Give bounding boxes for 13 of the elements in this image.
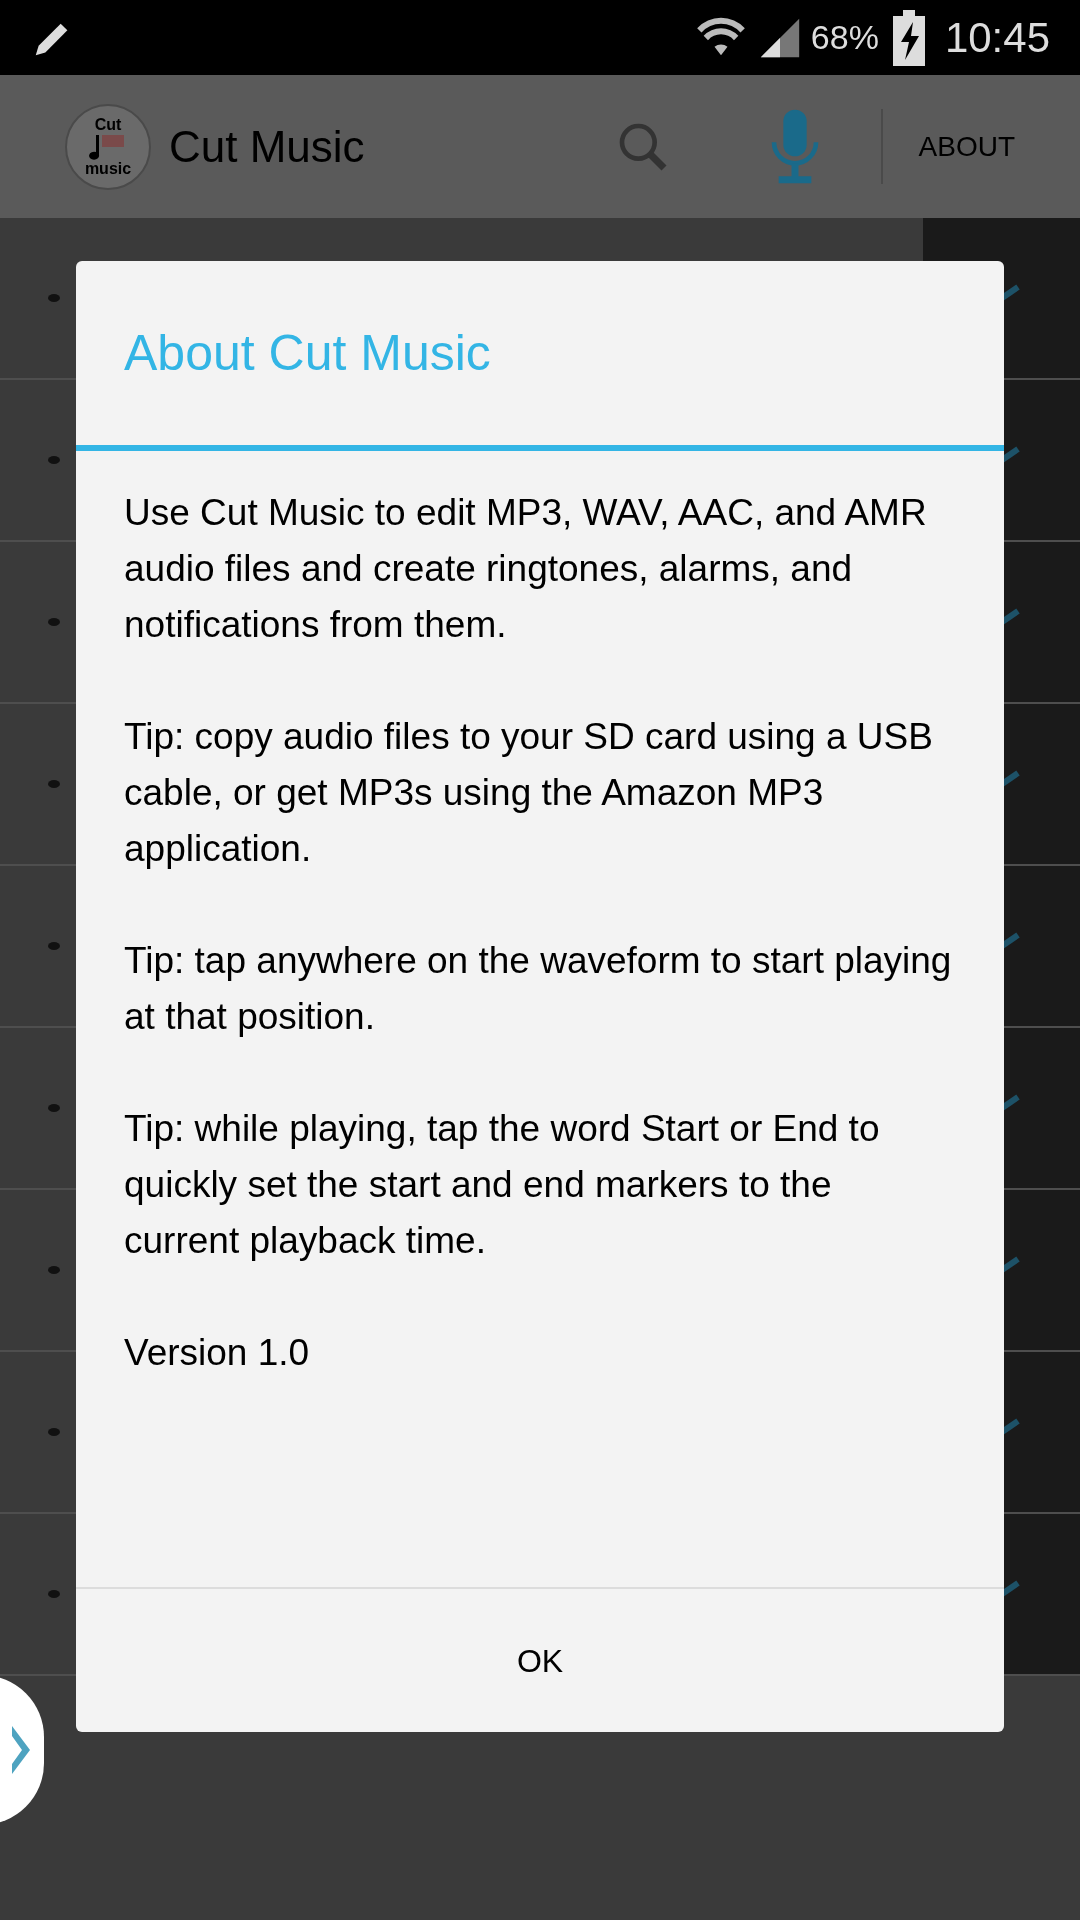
app-title: Cut Music	[169, 120, 365, 173]
chevron-right-icon	[12, 1726, 30, 1774]
dialog-title: About Cut Music	[124, 323, 491, 383]
dialog-paragraph: Version 1.0	[124, 1331, 311, 1375]
battery-icon	[890, 9, 927, 66]
battery-percent: 68%	[810, 17, 879, 58]
dialog-paragraph: Use Cut Music to edit MP3, WAV, AAC, and AMR audio files and create ringtones, alarms, and notifications from them.	[124, 491, 928, 647]
dialog-paragraph: Tip: while playing, tap the word Start or End to quickly set the start and end markers to the current playback time.	[124, 1107, 881, 1263]
ok-button[interactable]: OK	[76, 1587, 1004, 1732]
app-logo: Cut music	[65, 103, 151, 190]
dialog-paragraph: Tip: copy audio files to your SD card using a USB cable, or get MP3s using the Amazon MP3 application.	[124, 715, 934, 871]
clock-time: 10:45	[944, 13, 1050, 63]
dialog-paragraph: Tip: tap anywhere on the waveform to start playing at that position.	[124, 939, 953, 1039]
